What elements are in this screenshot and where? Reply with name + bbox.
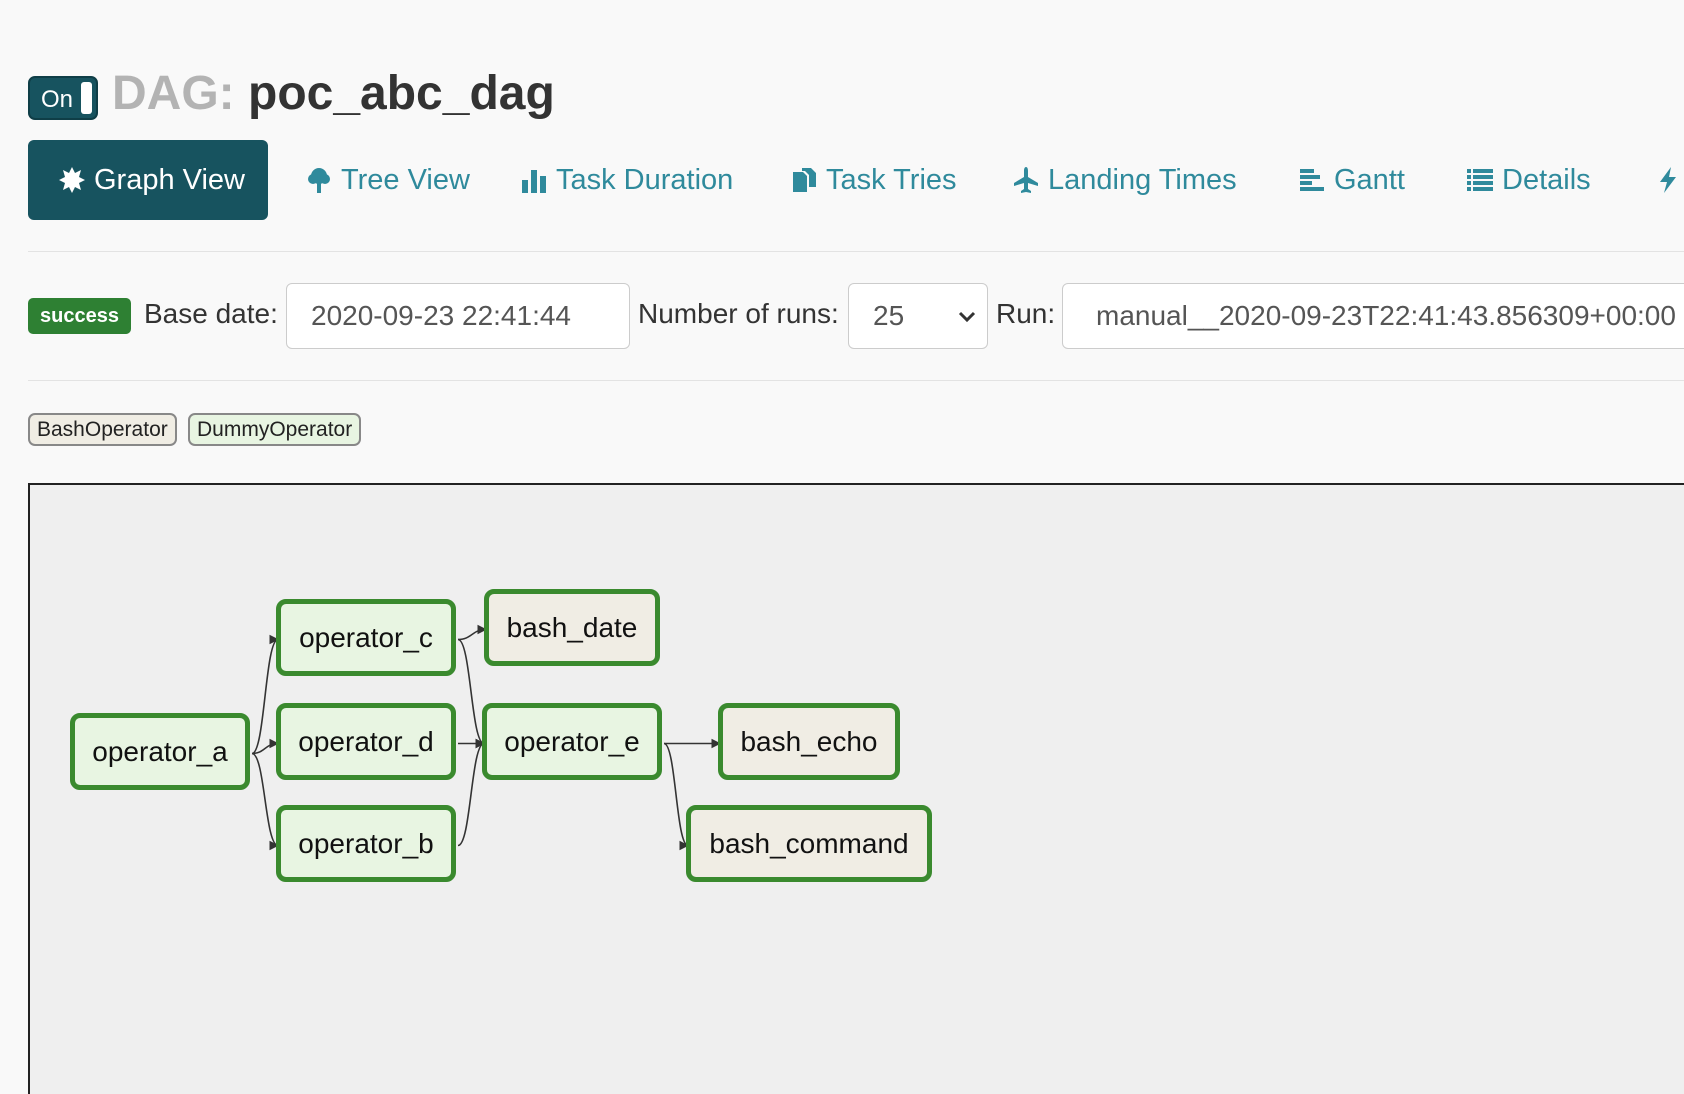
graph-edges xyxy=(251,624,721,851)
tab-task-tries[interactable]: Task Tries xyxy=(790,140,957,220)
tab-label: Landing Times xyxy=(1048,163,1237,196)
divider xyxy=(28,380,1684,381)
files-icon xyxy=(790,166,818,194)
tab-details[interactable]: Details xyxy=(1466,140,1591,220)
tab-label: Gantt xyxy=(1334,163,1405,196)
edge-operator-a-to-operator-c xyxy=(251,634,279,755)
view-tabs: Graph View Tree View Task Duration Task … xyxy=(28,140,1684,220)
tab-graph-view[interactable]: Graph View xyxy=(28,140,268,220)
edge-operator-c-to-bash-date xyxy=(457,624,487,641)
tab-gantt[interactable]: Gantt xyxy=(1298,140,1405,220)
bolt-icon xyxy=(1654,166,1682,194)
bar-chart-icon xyxy=(520,166,548,194)
dag-page: On DAG: poc_abc_dag Graph View Tree View… xyxy=(0,0,1684,1094)
tab-task-duration[interactable]: Task Duration xyxy=(520,140,733,220)
plane-icon xyxy=(1012,166,1040,194)
tree-icon xyxy=(305,166,333,194)
tab-label: Tree View xyxy=(341,163,470,196)
tab-tree-view[interactable]: Tree View xyxy=(305,140,470,220)
gantt-icon xyxy=(1298,166,1326,194)
edge-operator-b-to-operator-e xyxy=(457,738,485,847)
dag-title-prefix: DAG: xyxy=(112,67,235,120)
node-bash-command[interactable]: bash_command xyxy=(686,805,932,882)
edge-operator-c-to-operator-e xyxy=(457,638,485,749)
graph-icon xyxy=(58,166,86,194)
num-runs-value: 25 xyxy=(873,300,905,331)
tab-landing-times[interactable]: Landing Times xyxy=(1012,140,1237,220)
dag-name: poc_abc_dag xyxy=(248,67,555,120)
num-runs-select[interactable]: 25 xyxy=(848,283,988,349)
num-runs-label: Number of runs: xyxy=(638,298,839,329)
base-date-input[interactable]: 2020-09-23 22:41:44 xyxy=(286,283,630,349)
run-select[interactable]: manual__2020-09-23T22:41:43.856309+00:00 xyxy=(1062,283,1684,349)
edge-operator-e-to-bash-command xyxy=(663,742,689,851)
legend-dummy-operator[interactable]: DummyOperator xyxy=(188,413,362,446)
node-operator-c[interactable]: operator_c xyxy=(276,599,456,676)
legend-bash-operator[interactable]: BashOperator xyxy=(28,413,177,446)
divider xyxy=(28,251,1684,252)
base-date-label: Base date: xyxy=(144,298,278,329)
node-bash-date[interactable]: bash_date xyxy=(484,589,660,666)
dag-graph[interactable]: operator_a operator_c operator_d operato… xyxy=(28,483,1684,1094)
tab-label: Graph View xyxy=(94,163,245,196)
status-badge: success xyxy=(28,298,131,334)
list-icon xyxy=(1466,166,1494,194)
toggle-label: On xyxy=(41,86,74,113)
node-operator-e[interactable]: operator_e xyxy=(482,703,662,780)
node-bash-echo[interactable]: bash_echo xyxy=(718,703,900,780)
page-title: DAG: poc_abc_dag xyxy=(112,66,555,121)
tab-label: Task Duration xyxy=(556,163,734,196)
tab-more[interactable] xyxy=(1654,140,1682,220)
run-label: Run: xyxy=(996,298,1056,329)
node-operator-d[interactable]: operator_d xyxy=(276,703,456,780)
tab-label: Details xyxy=(1502,163,1591,196)
node-operator-a[interactable]: operator_a xyxy=(70,713,250,790)
toggle-knob xyxy=(81,82,92,114)
node-operator-b[interactable]: operator_b xyxy=(276,805,456,882)
dag-on-toggle[interactable]: On xyxy=(28,76,98,120)
chevron-down-icon xyxy=(958,311,976,323)
tab-label: Task Tries xyxy=(826,163,957,196)
edge-operator-a-to-operator-b xyxy=(251,752,279,851)
